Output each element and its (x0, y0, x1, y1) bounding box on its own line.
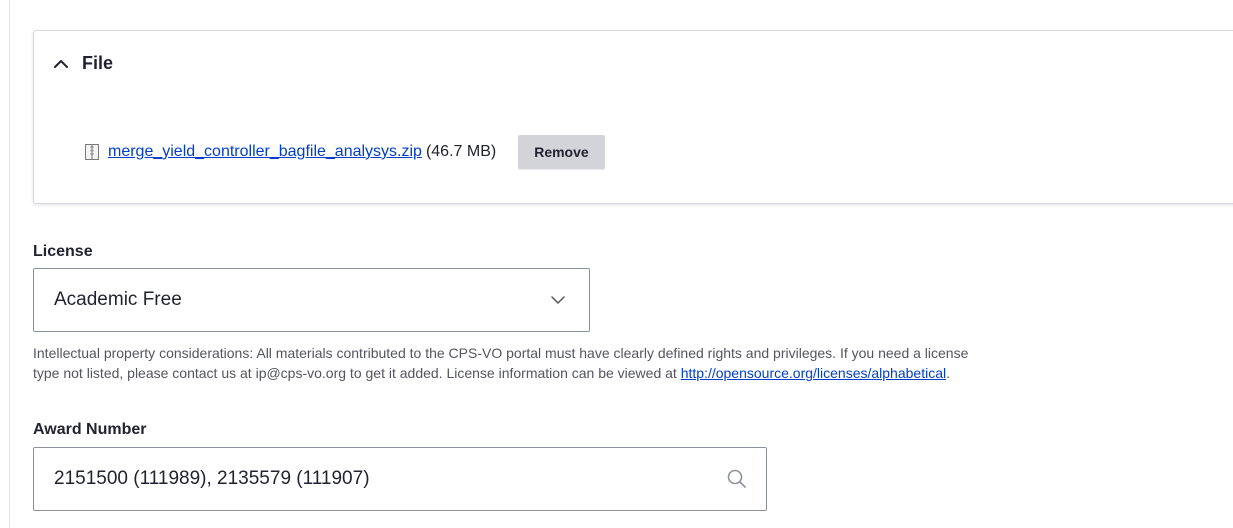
chevron-down-icon (551, 296, 565, 304)
license-description-line-1: Intellectual property considerations: Al… (33, 345, 969, 361)
license-select[interactable]: Academic Free (33, 268, 590, 332)
file-item: merge_yield_controller_bagfile_analysys.… (84, 135, 605, 169)
page: File merge_yield_controller_bagfile_anal… (0, 0, 1233, 528)
award-number-label: Award Number (33, 421, 147, 438)
remove-file-button[interactable]: Remove (518, 135, 605, 169)
license-description-end: . (946, 365, 950, 381)
license-description: Intellectual property considerations: Al… (33, 343, 1233, 383)
search-icon[interactable] (726, 468, 748, 490)
file-fieldset: File merge_yield_controller_bagfile_anal… (33, 30, 1233, 204)
file-section-title: File (82, 53, 114, 73)
license-description-line-2: type not listed, please contact us at ip… (33, 363, 1233, 383)
license-label: License (33, 243, 93, 260)
left-divider (9, 0, 10, 528)
file-section-toggle[interactable]: File (52, 53, 113, 74)
license-selected-value: Academic Free (54, 289, 182, 310)
file-size: (46.7 MB) (425, 143, 497, 160)
file-download-link[interactable]: merge_yield_controller_bagfile_analysys.… (108, 143, 422, 161)
chevron-up-icon (54, 59, 68, 68)
license-description-text: type not listed, please contact us at ip… (33, 365, 681, 381)
award-number-field (33, 447, 767, 511)
award-number-input[interactable] (34, 449, 726, 509)
license-list-link[interactable]: http://opensource.org/licenses/alphabeti… (681, 365, 946, 381)
archive-file-icon (85, 144, 99, 160)
